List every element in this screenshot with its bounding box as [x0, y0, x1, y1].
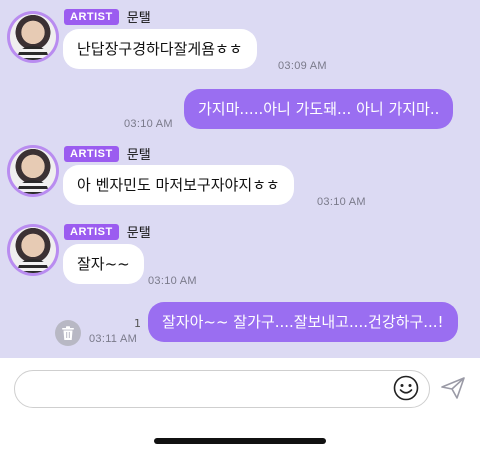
message-bubble-incoming[interactable]: 난답장구경하다잘게욤ㅎㅎ: [63, 29, 257, 69]
message-bubble-outgoing[interactable]: 가지마.....아니 가도돼... 아니 가지마..: [184, 89, 454, 129]
artist-avatar[interactable]: [7, 145, 59, 197]
message-time: 03:10 AM: [124, 118, 173, 130]
message-time: 03:10 AM: [317, 196, 366, 208]
sender-name: 문탤: [126, 11, 151, 26]
unread-count: 1: [134, 317, 141, 330]
smiley-icon[interactable]: [393, 375, 419, 401]
send-icon[interactable]: [440, 376, 466, 400]
sender-row: ARTIST 문탤: [64, 144, 151, 163]
message-time: 03:09 AM: [278, 60, 327, 72]
artist-avatar[interactable]: [7, 224, 59, 276]
message-time: 03:11 AM: [89, 333, 138, 345]
artist-badge: ARTIST: [64, 223, 119, 240]
message-bubble-outgoing[interactable]: 잘자아~~ 잘가구....잘보내고....건강하구...!: [148, 302, 458, 342]
artist-avatar[interactable]: [7, 11, 59, 63]
artist-badge: ARTIST: [64, 145, 119, 162]
trash-icon: [62, 325, 74, 340]
sender-name: 문탤: [126, 226, 151, 241]
input-bar: [0, 358, 480, 457]
sender-row: ARTIST 문탤: [64, 7, 151, 26]
home-indicator: [154, 438, 326, 444]
message-input[interactable]: [14, 370, 430, 408]
chat-area[interactable]: ARTIST 문탤 난답장구경하다잘게욤ㅎㅎ 03:09 AM 가지마.....…: [0, 0, 480, 358]
message-time: 03:10 AM: [148, 275, 197, 287]
message-bubble-incoming[interactable]: 아 벤자민도 마저보구자야지ㅎㅎ: [63, 165, 294, 205]
message-bubble-incoming[interactable]: 잘자~~: [63, 244, 144, 284]
delete-button[interactable]: [55, 320, 81, 346]
sender-name: 문탤: [126, 148, 151, 163]
artist-badge: ARTIST: [64, 8, 119, 25]
sender-row: ARTIST 문탤: [64, 222, 151, 241]
